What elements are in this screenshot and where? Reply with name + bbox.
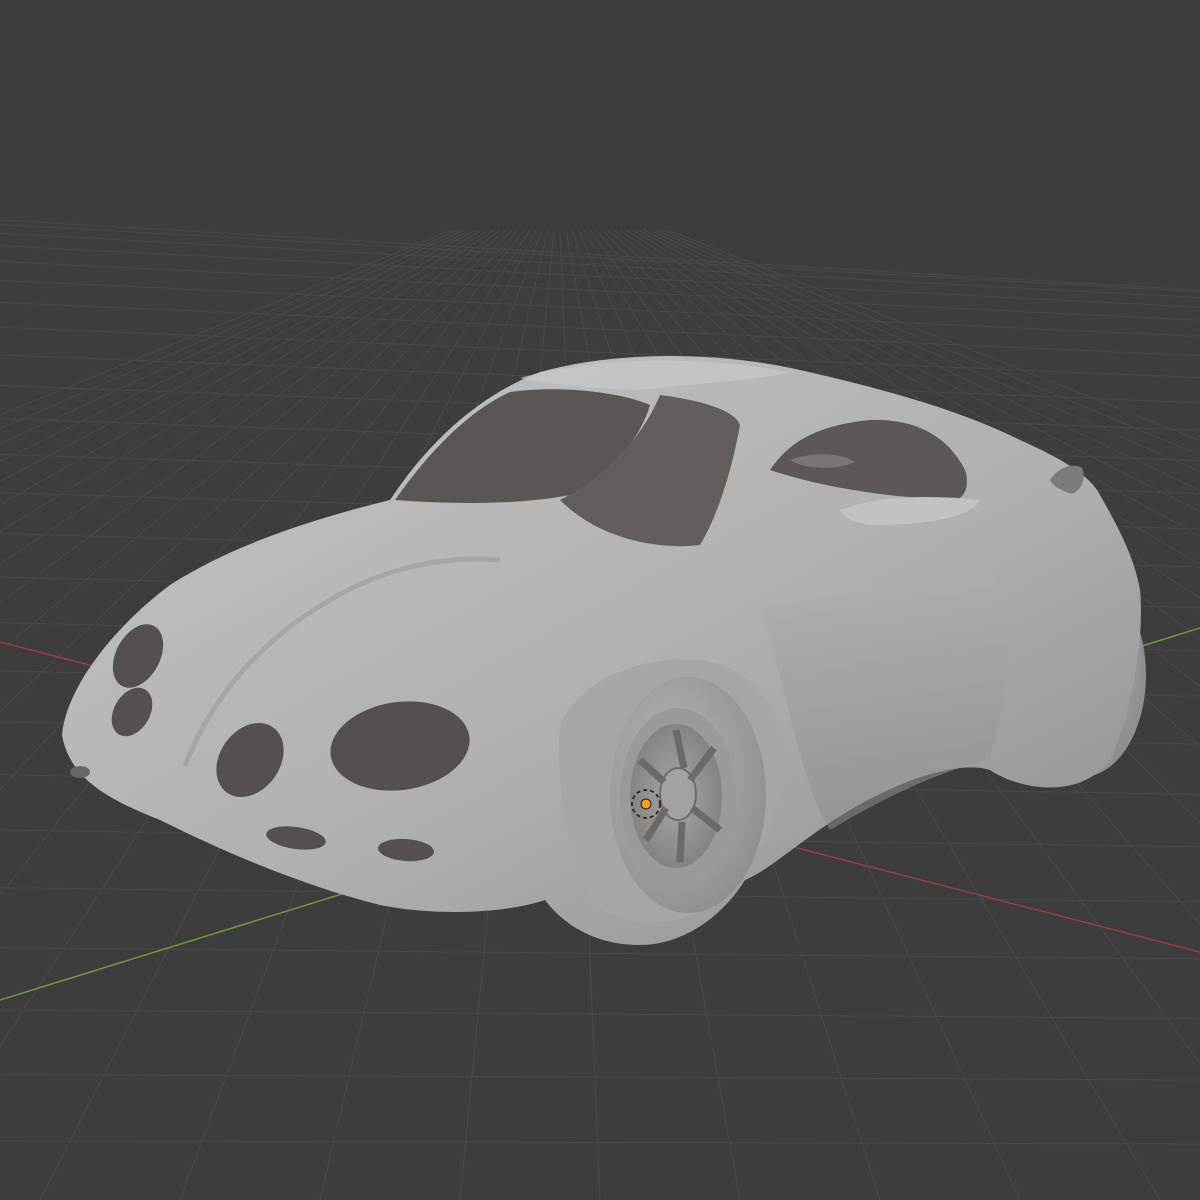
grid-line xyxy=(0,1073,1200,1081)
grid-line xyxy=(0,947,1200,960)
grid-line xyxy=(0,1009,1200,1019)
corner-slot-left xyxy=(70,766,90,778)
car-model[interactable] xyxy=(62,356,1146,945)
grid-line xyxy=(0,301,1200,357)
grid-line xyxy=(0,260,1200,321)
viewport-canvas[interactable] xyxy=(0,0,1200,1200)
3d-viewport[interactable] xyxy=(0,0,1200,1200)
grid-line xyxy=(0,1140,1200,1145)
front-wheel[interactable] xyxy=(610,677,766,913)
grid-line xyxy=(0,279,1200,337)
